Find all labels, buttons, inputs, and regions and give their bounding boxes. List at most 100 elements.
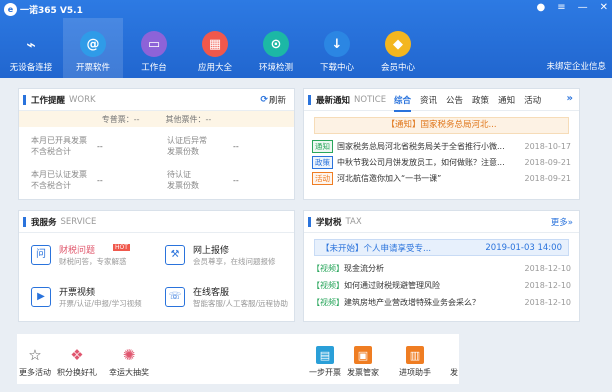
work-stat[interactable]: 本月已认证发票 不含税合计 --	[31, 169, 161, 191]
nav-item[interactable]: ◆ 会员中心	[368, 18, 428, 78]
work-stat-value: --	[233, 142, 239, 151]
check-icon: ⊙	[263, 31, 289, 57]
nav-item-label: 工作台	[141, 63, 167, 73]
service-name: 财税问题	[59, 246, 96, 256]
usb-icon: ⌁	[26, 34, 36, 54]
notice-tabs: 综合 资讯 公告 政策 通知 活动	[394, 94, 541, 112]
tax-card: 学财税 TAX 更多» 【未开始】 个人申请享受专... 2019-01-03 …	[303, 210, 580, 322]
nav-item-label: 下载中心	[319, 63, 354, 73]
work-stat[interactable]: 本月已开具发票 不含税合计 --	[31, 135, 161, 157]
service-desc: 会员尊享，在线问题报修	[193, 257, 276, 266]
toolbar-item[interactable]: ☆ 更多活动	[19, 346, 51, 378]
section-marker	[308, 95, 311, 105]
tabs-next-icon[interactable]: »	[567, 93, 573, 104]
nav-item[interactable]: ⌁ 无设备连接	[0, 18, 62, 78]
app-title: e 一诺365 V5.1	[4, 3, 83, 16]
service-grid: 问财税问题 HOT 财税问答，专家解惑 ⚒ 网上报修 会员尊享，在线问题报修 ▶ 开票视频 开票…	[19, 233, 294, 321]
toolbar-item[interactable]: 发	[445, 346, 463, 378]
nav-item[interactable]: ↓ 下载中心	[307, 18, 367, 78]
tax-title: 学财税	[316, 217, 342, 228]
unbound-enterprise-link[interactable]: 未绑定企业信息	[546, 60, 606, 72]
nav-item-label: 应用大全	[197, 63, 232, 73]
service-item[interactable]: ▶ 开票视频 开票/认证/申报/学习视频	[31, 285, 159, 317]
section-marker	[23, 95, 26, 105]
wrench-icon: ⚒	[165, 245, 185, 265]
notice-title: 最新通知	[316, 95, 351, 106]
nav-item[interactable]: @ 开票软件	[63, 18, 123, 78]
close-button[interactable]: ✕	[600, 2, 608, 13]
notice-tab[interactable]: 政策	[472, 94, 489, 112]
tax-item[interactable]: 【视频】 如何通过财税规避管理风险 2018-12-10	[304, 277, 579, 294]
notice-tag: 通知	[312, 139, 333, 153]
notice-tab[interactable]: 综合	[394, 94, 412, 112]
notice-list: 通知 国家税务总局河北省税务局关于全省推行小微... 2018-10-17 政策 中秋节…	[304, 138, 579, 186]
tax-title-en: TAX	[345, 216, 362, 227]
refresh-button[interactable]: 刷新	[269, 94, 286, 106]
notice-item[interactable]: 政策 中秋节我公司月饼发放员工，如何做账？注意... 2018-09-21	[304, 154, 579, 170]
service-header: 我服务 SERVICE	[19, 211, 294, 233]
download-icon: ↓	[324, 31, 350, 57]
work-stat[interactable]: 认证后异常 发票份数 --	[167, 135, 297, 157]
skin-icon[interactable]: ●	[536, 2, 545, 13]
toolbar-item[interactable]: ✺ 幸运大抽奖	[109, 346, 149, 378]
tax-item-text: 如何通过财税规避管理风险	[344, 281, 440, 290]
service-item[interactable]: ☏ 在线客服 智能客服/人工客服/远程协助	[165, 285, 293, 317]
notice-item[interactable]: 活动 河北航信邀你加入“一书一课” 2018-09-21	[304, 170, 579, 186]
nav-item-label: 会员中心	[380, 63, 415, 73]
work-card: 工作提醒 WORK ⟳ 刷新 专普票：-- 其他票件：-- 本月已开具发票 不含税…	[18, 88, 295, 200]
app-icon	[445, 346, 463, 364]
work-title: 工作提醒	[31, 95, 66, 106]
wheel-icon: ✺	[122, 346, 136, 364]
work-stat-label: 本月已开具发票	[31, 136, 87, 145]
zhuanpiao-count: 专普票：--	[101, 114, 140, 124]
refresh-icon[interactable]: ⟳	[260, 95, 268, 105]
section-marker	[308, 217, 311, 227]
nav-item-label: 无设备连接	[9, 63, 53, 73]
invoice-icon: ▤	[316, 346, 334, 364]
notice-text: 国家税务总局河北省税务局关于全省推行小微...	[337, 141, 505, 151]
tax-more-link[interactable]: 更多»	[551, 216, 573, 228]
work-stat-label2: 不含税合计	[31, 147, 71, 156]
notice-banner[interactable]: 【通知】国家税务总局河北...	[314, 117, 569, 134]
toolbar-item[interactable]: ▥ 进项助手	[399, 346, 431, 378]
work-stat[interactable]: 待认证 发票份数 --	[167, 169, 297, 191]
notice-item[interactable]: 通知 国家税务总局河北省税务局关于全省推行小微... 2018-10-17	[304, 138, 579, 154]
toolbar-item[interactable]: ▤ 一步开票	[309, 346, 341, 378]
nav-item[interactable]: ⊙ 环境检测	[246, 18, 306, 78]
service-item[interactable]: ⚒ 网上报修 会员尊享，在线问题报修	[165, 243, 293, 275]
diamond-icon: ◆	[385, 31, 411, 57]
service-title-en: SERVICE	[60, 216, 97, 227]
tax-header: 学财税 TAX 更多»	[304, 211, 579, 233]
app-logo-icon: e	[4, 3, 17, 16]
bottom-toolbar: ☆ 更多活动 ❖ 积分换好礼 ✺ 幸运大抽奖 ▤ 一步开票 ▣ 发票管家 ▥ 进项助手 发	[17, 334, 459, 384]
tax-banner[interactable]: 【未开始】 个人申请享受专... 2019-01-03 14:00	[314, 239, 569, 256]
tax-item[interactable]: 【视频】 现金流分析 2018-12-10	[304, 260, 579, 277]
notice-card: 最新通知 NOTICE 综合 资讯 公告 政策 通知 活动 » 【通知】国家税务总局河北.…	[303, 88, 580, 200]
notice-tab[interactable]: 资讯	[420, 94, 437, 112]
nav-item[interactable]: ▭ 工作台	[124, 18, 184, 78]
nav-item[interactable]: ▦ 应用大全	[185, 18, 245, 78]
service-item[interactable]: 问财税问题 HOT 财税问答，专家解惑	[31, 243, 159, 275]
toolbar-item[interactable]: ❖ 积分换好礼	[57, 346, 97, 378]
minimize-button[interactable]: —	[578, 2, 588, 13]
notice-tab[interactable]: 活动	[524, 94, 541, 112]
notice-tab[interactable]: 公告	[446, 94, 463, 112]
notice-tab[interactable]: 通知	[498, 94, 515, 112]
work-stat-value: --	[97, 142, 103, 151]
work-header: 工作提醒 WORK ⟳ 刷新	[19, 89, 294, 111]
toolbar-item-label: 更多活动	[19, 368, 51, 377]
toolbar-item[interactable]: ▣ 发票管家	[347, 346, 379, 378]
nav-item-label: 开票软件	[75, 63, 110, 73]
main-nav: ⌁ 无设备连接 @ 开票软件 ▭ 工作台 ▦ 应用大全 ⊙ 环境检测 ↓ 下载中心 ◆ 会员中心	[0, 18, 429, 78]
tax-item[interactable]: 【视频】 建筑房地产业营改增特殊业务会采么？ 2018-12-10	[304, 294, 579, 311]
toolbar-item-label: 一步开票	[309, 368, 341, 377]
window-controls: ● ≡ — ✕	[536, 2, 608, 13]
work-stat-value: --	[97, 176, 103, 185]
menu-icon[interactable]: ≡	[557, 2, 565, 13]
headset-icon: ☏	[165, 287, 185, 307]
service-desc: 开票/认证/申报/学习视频	[59, 299, 142, 308]
toolbar-item-label: 积分换好礼	[57, 368, 97, 377]
work-stat-label2: 不含税合计	[31, 181, 71, 190]
tax-item-tag: 【视频】	[312, 264, 344, 273]
work-stats: 本月已开具发票 不含税合计 -- 认证后异常 发票份数 -- 本月已认证发票 不含税合计 -- 待…	[19, 127, 294, 199]
